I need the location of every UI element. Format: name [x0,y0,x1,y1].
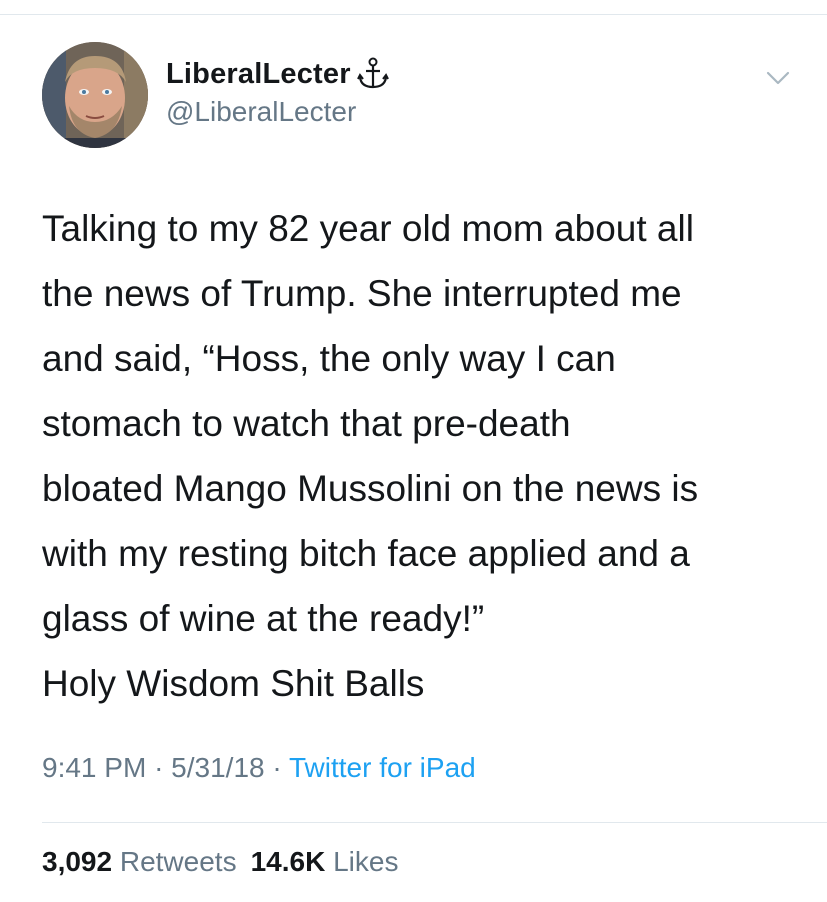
anchor-icon [355,56,391,92]
stats-divider [42,822,827,823]
retweets-stat[interactable]: 3,092 Retweets [42,846,237,877]
tweet-source-link[interactable]: Twitter for iPad [289,752,476,783]
retweets-count: 3,092 [42,846,113,877]
tweet-text: Talking to my 82 year old mom about all … [42,208,699,704]
likes-stat[interactable]: 14.6K Likes [251,846,399,877]
avatar[interactable] [42,42,148,148]
top-divider [0,14,827,15]
tweet-menu-button[interactable] [762,64,794,92]
retweets-label: Retweets [119,846,237,877]
tweet-date[interactable]: 5/31/18 [171,752,264,783]
likes-count: 14.6K [250,846,326,877]
engagement-stats: 3,092 Retweets 14.6K Likes [42,846,398,878]
chevron-down-icon [766,71,790,85]
meta-separator: · [154,752,164,783]
author-name-row[interactable]: LiberalLecter [166,56,391,92]
author-handle[interactable]: @LiberalLecter [166,96,356,128]
tweet-time[interactable]: 9:41 PM [42,752,146,783]
avatar-image [42,42,148,148]
likes-label: Likes [333,846,399,877]
meta-separator: · [272,752,282,783]
display-name[interactable]: LiberalLecter [166,58,351,91]
tweet-meta: 9:41 PM · 5/31/18 · Twitter for iPad [42,752,476,784]
